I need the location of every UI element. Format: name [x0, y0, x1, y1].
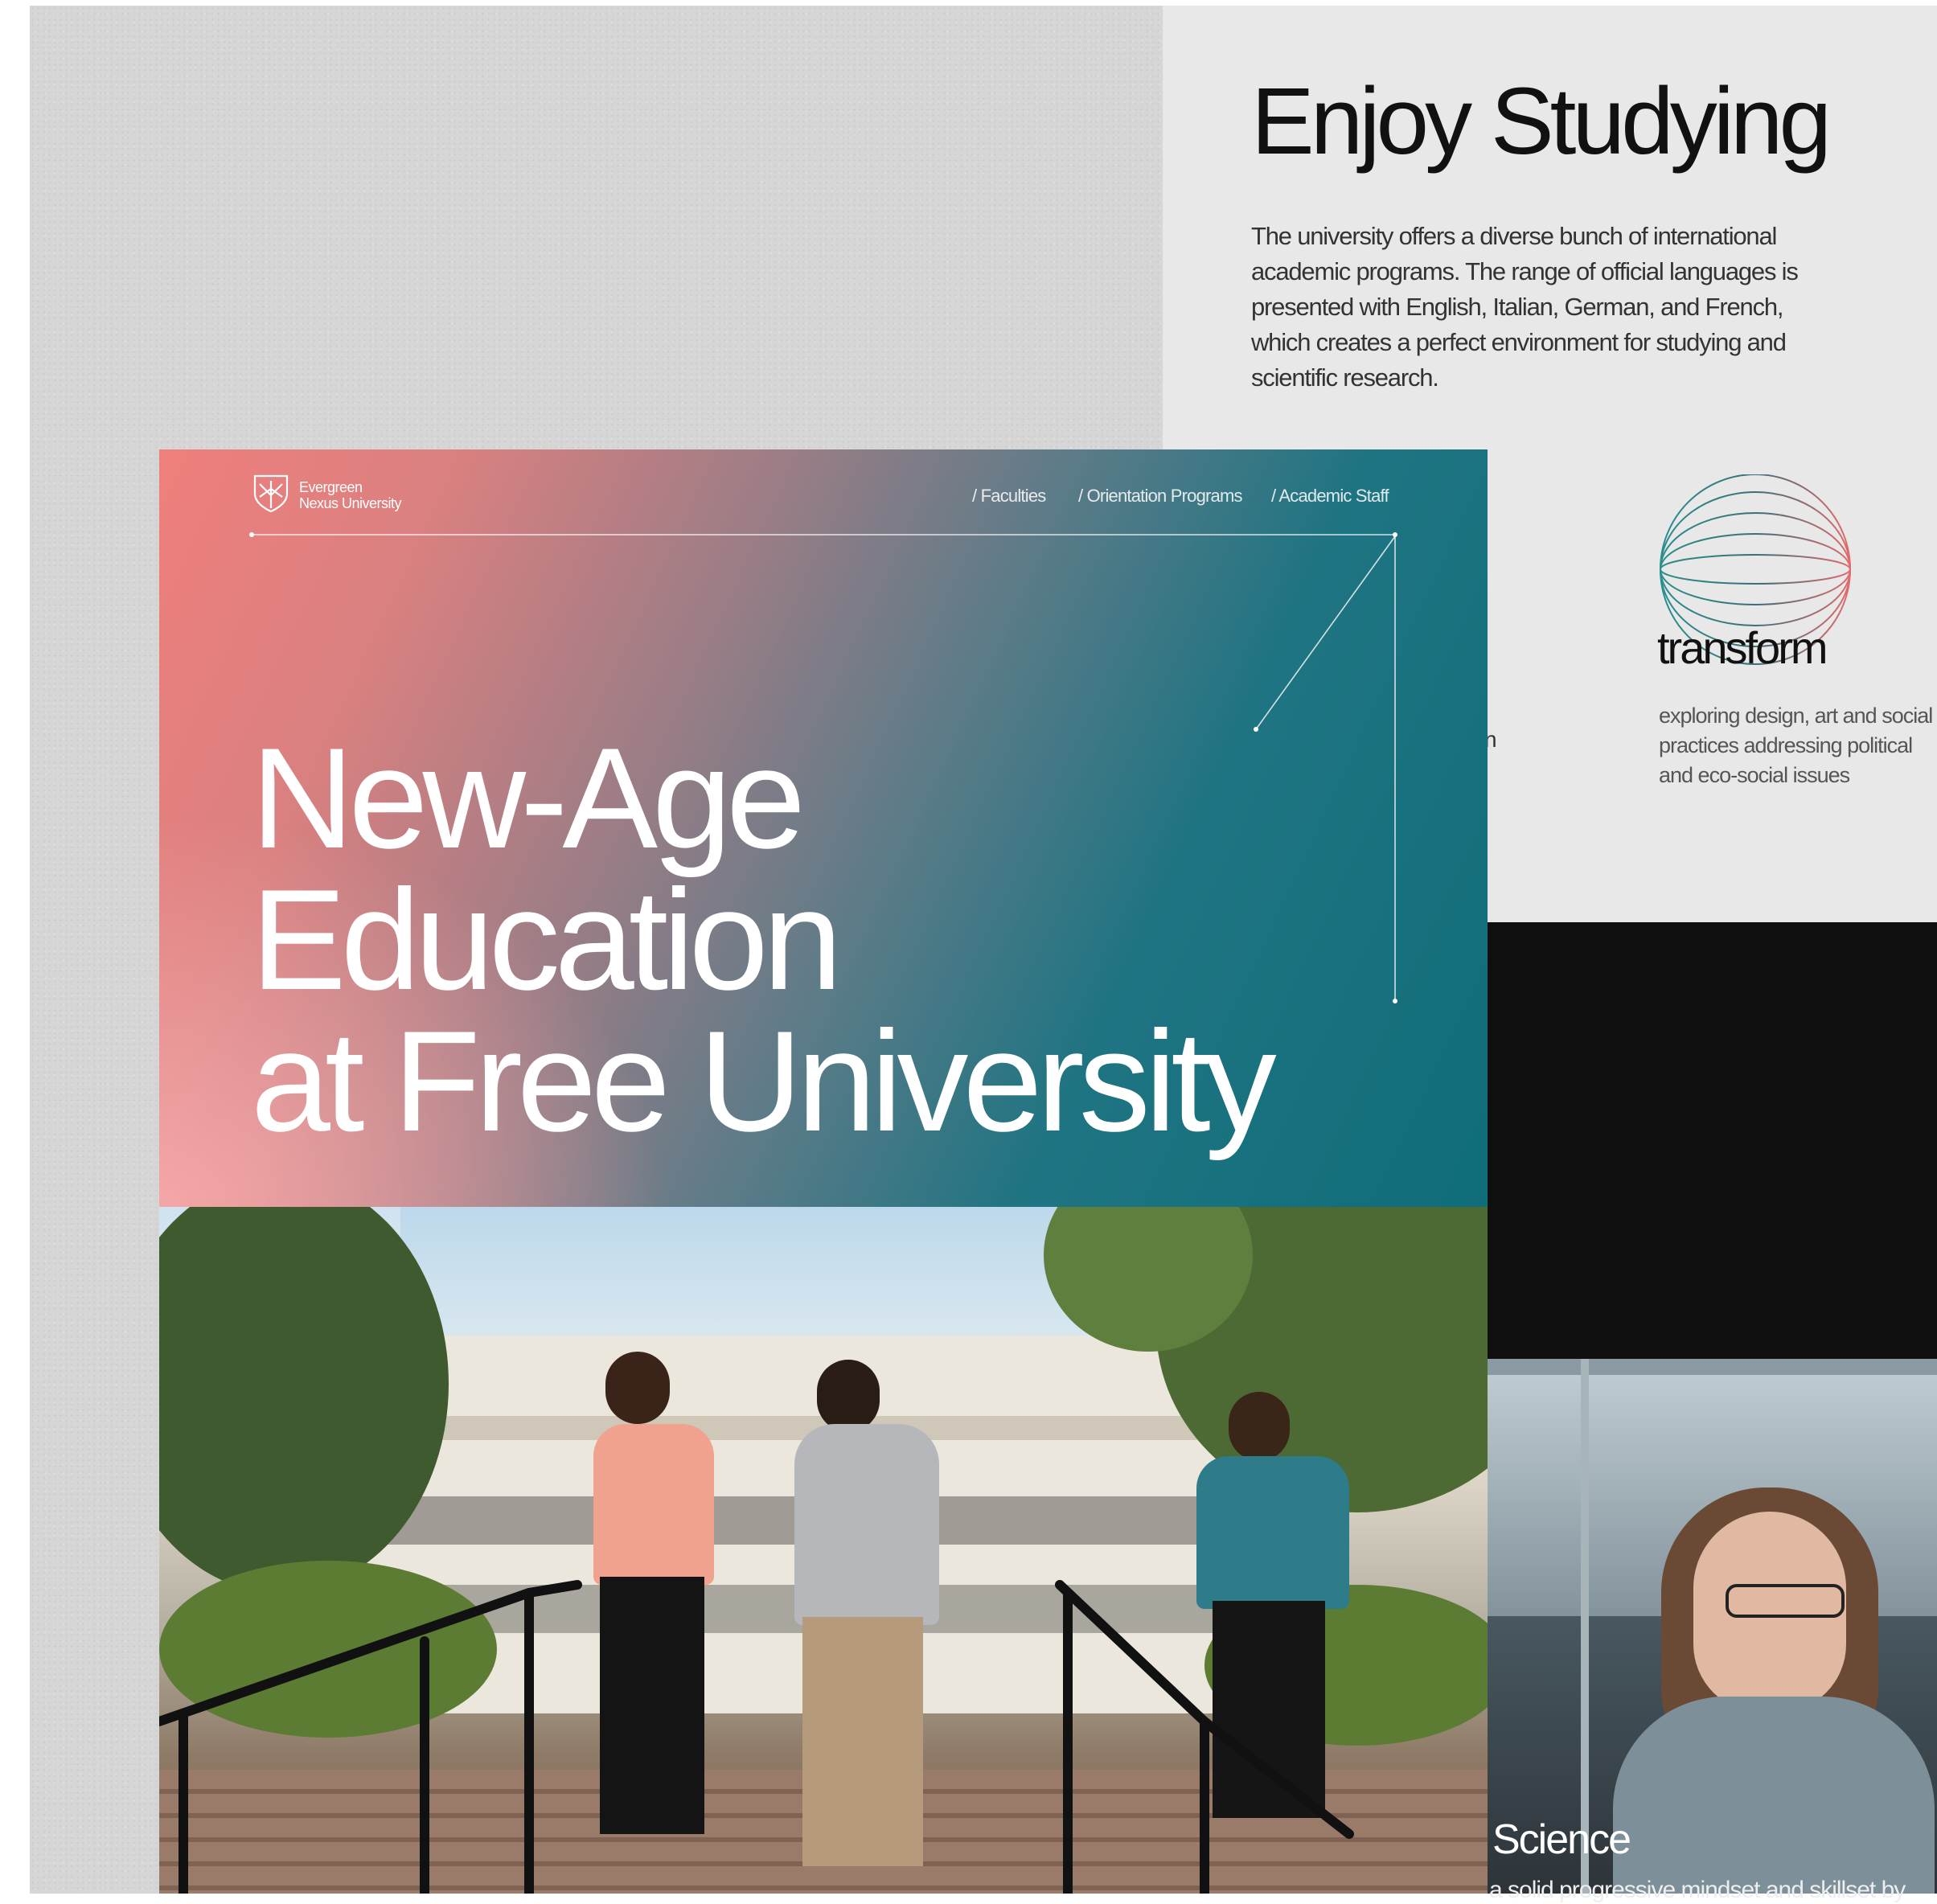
nav-faculties[interactable]: / Faculties	[972, 486, 1046, 507]
hero-headline-line: New-Age	[251, 718, 806, 878]
transform-label: transform	[1657, 622, 1828, 673]
nav-orientation-programs[interactable]: / Orientation Programs	[1078, 486, 1243, 507]
brand-name-line2: Nexus University	[299, 495, 402, 511]
campus-photo	[159, 1207, 1488, 1894]
science-title: Science	[1492, 1816, 1631, 1863]
enjoy-studying-title: Enjoy Studying	[1251, 68, 1832, 174]
hero-headline: New-Age Education at Free University	[251, 718, 1277, 1161]
brand-name[interactable]: Evergreen Nexus University	[299, 479, 402, 511]
shield-logo-icon[interactable]	[252, 473, 290, 515]
hero-headline-line: Education	[251, 860, 843, 1020]
science-text: a solid progressive mindset and skillset…	[1489, 1877, 1906, 1903]
brand-name-line1: Evergreen	[299, 479, 363, 495]
transform-description: exploring design, art and social practic…	[1659, 704, 1933, 787]
hero-headline-line: at Free University	[251, 1001, 1277, 1161]
enjoy-studying-text: The university offers a diverse bunch of…	[1251, 222, 1799, 392]
nav-academic-staff[interactable]: / Academic Staff	[1271, 486, 1389, 507]
